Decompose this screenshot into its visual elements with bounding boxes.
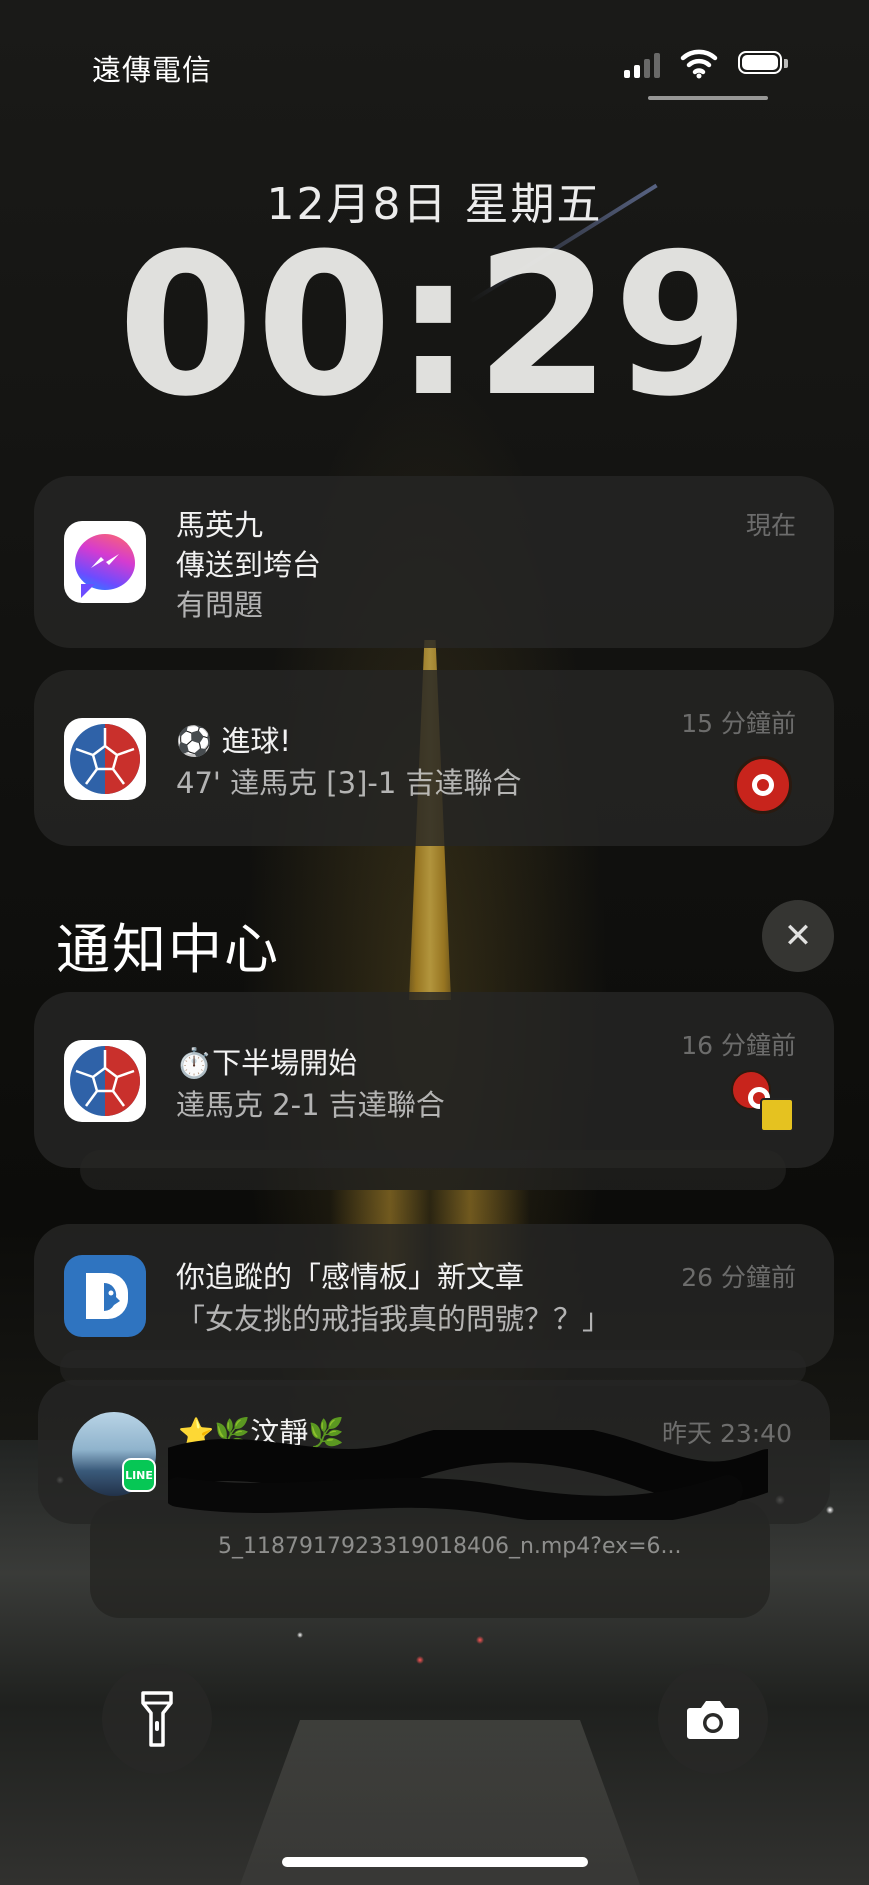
notification-title: 你追蹤的「感情板」新文章 <box>176 1260 525 1294</box>
notification-title: ⚽️ 進球! <box>176 724 291 758</box>
dcard-icon <box>64 1255 146 1337</box>
lock-time: 00:29 <box>117 212 752 440</box>
notification-time: 現在 <box>745 511 796 540</box>
notification-title: ⏱️下半場開始 <box>176 1046 358 1080</box>
attachment-filename: 5_1187917923319018406_n.mp4?ex=6... <box>218 1534 682 1559</box>
notification-messenger[interactable]: 馬英九 傳送到垮台 有問題 現在 <box>34 476 834 648</box>
messenger-icon <box>64 521 146 603</box>
notification-dcard[interactable]: 你追蹤的「感情板」新文章 「女友挑的戒指我真的問號？？」 26 分鐘前 <box>34 1224 834 1368</box>
notification-body: 達馬克 2-1 吉達聯合 <box>176 1088 445 1122</box>
notification-body: 「女友挑的戒指我真的問號？？」 <box>176 1302 612 1336</box>
team-badge-icon <box>760 1098 794 1132</box>
notification-center-title: 通知中心 <box>56 918 280 981</box>
notification-body: 47' 達馬克 [3]-1 吉達聯合 <box>176 766 522 800</box>
notification-subtitle: 傳送到垮台 <box>176 548 322 582</box>
home-indicator[interactable] <box>282 1857 588 1867</box>
soccer-app-icon <box>64 1040 146 1122</box>
notification-body: 有問題 <box>176 588 264 622</box>
notification-second-half[interactable]: ⏱️下半場開始 達馬克 2-1 吉達聯合 16 分鐘前 <box>34 992 834 1168</box>
soccer-app-icon <box>64 718 146 800</box>
notification-time: 16 分鐘前 <box>681 1031 796 1060</box>
notification-time: 26 分鐘前 <box>681 1263 796 1292</box>
flashlight-icon <box>141 1691 173 1747</box>
clear-notifications-button[interactable]: ✕ <box>762 900 834 972</box>
flashlight-button[interactable] <box>102 1664 212 1774</box>
redaction-scribble <box>168 1430 768 1520</box>
line-icon: LINE <box>122 1458 156 1492</box>
carrier-name: 遠傳電信 <box>92 53 213 87</box>
team-badge-icon <box>734 756 792 814</box>
camera-button[interactable] <box>658 1664 768 1774</box>
notification-goal[interactable]: ⚽️ 進球! 47' 達馬克 [3]-1 吉達聯合 15 分鐘前 <box>34 670 834 846</box>
camera-icon <box>687 1701 739 1739</box>
battery-icon <box>738 51 790 76</box>
cellular-signal-icon <box>624 50 666 78</box>
notification-time: 15 分鐘前 <box>681 709 796 738</box>
control-center-indicator[interactable] <box>648 96 768 100</box>
notification-title: 馬英九 <box>176 508 264 542</box>
wifi-icon <box>680 49 718 79</box>
